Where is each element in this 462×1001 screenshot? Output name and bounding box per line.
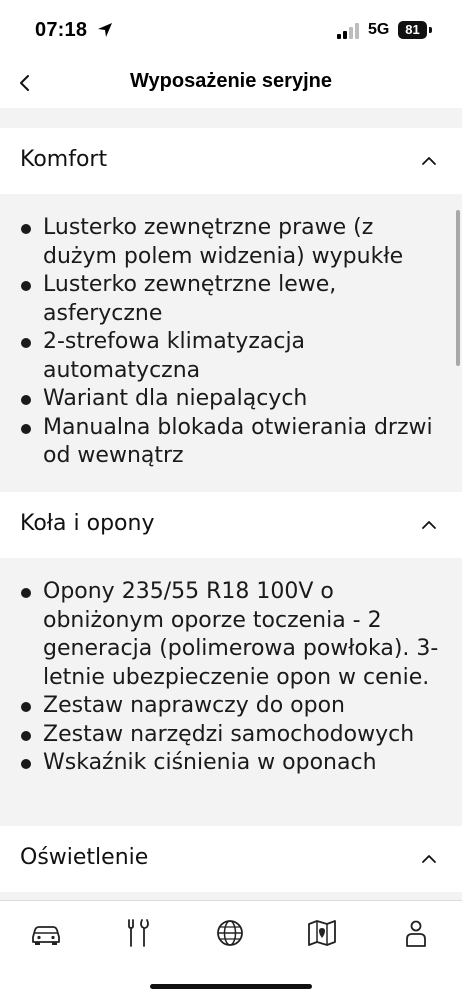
feature-list: Lusterko zewnętrzne prawe (z dużym polem… bbox=[0, 194, 462, 471]
list-item: Zestaw narzędzi samochodowych bbox=[0, 721, 462, 750]
feature-list: Opony 235/55 R18 100V o obniżonym oporze… bbox=[0, 558, 462, 778]
tools-icon[interactable] bbox=[120, 915, 156, 951]
section-divider bbox=[0, 108, 462, 128]
section-title: Koła i opony bbox=[20, 511, 155, 536]
list-item: Opony 235/55 R18 100V o obniżonym oporze… bbox=[0, 578, 462, 692]
scrollbar[interactable] bbox=[456, 210, 460, 366]
car-icon[interactable] bbox=[28, 915, 64, 951]
chevron-up-icon[interactable] bbox=[420, 152, 438, 170]
section-content-komfort: Lusterko zewnętrzne prawe (z dużym polem… bbox=[0, 194, 462, 492]
list-item: Lusterko zewnętrzne lewe, asferyczne bbox=[0, 271, 462, 328]
nav-header: Wyposażenie seryjne bbox=[0, 58, 462, 108]
list-item: Lusterko zewnętrzne prawe (z dużym polem… bbox=[0, 214, 462, 271]
list-item: Wariant dla niepalących bbox=[0, 385, 462, 414]
list-item: Wskaźnik ciśnienia w oponach bbox=[0, 749, 462, 778]
globe-icon[interactable] bbox=[212, 915, 248, 951]
person-icon[interactable] bbox=[398, 915, 434, 951]
list-item: Zestaw naprawczy do opon bbox=[0, 692, 462, 721]
chevron-up-icon[interactable] bbox=[420, 516, 438, 534]
section-title: Komfort bbox=[20, 147, 108, 172]
section-header-oswietlenie[interactable]: Oświetlenie bbox=[0, 826, 462, 892]
location-arrow-icon bbox=[98, 23, 112, 37]
list-item: Manualna blokada otwierania drzwi od wew… bbox=[0, 414, 462, 471]
map-icon[interactable] bbox=[304, 915, 340, 951]
list-item: 2-strefowa klimatyzacja automatyczna bbox=[0, 328, 462, 385]
section-content-kola-i-opony: Opony 235/55 R18 100V o obniżonym oporze… bbox=[0, 558, 462, 826]
section-header-komfort[interactable]: Komfort bbox=[0, 128, 462, 194]
status-bar: 07:18 5G 81 bbox=[0, 0, 462, 58]
page-title: Wyposażenie seryjne bbox=[130, 70, 332, 92]
status-time: 07:18 bbox=[35, 19, 88, 41]
chevron-up-icon[interactable] bbox=[420, 850, 438, 868]
network-type: 5G bbox=[368, 21, 390, 38]
section-header-kola-i-opony[interactable]: Koła i opony bbox=[0, 492, 462, 558]
section-content-oswietlenie bbox=[0, 892, 462, 900]
battery-tip bbox=[429, 27, 432, 33]
home-indicator[interactable] bbox=[150, 984, 312, 989]
cellular-signal-icon bbox=[337, 23, 359, 39]
section-title: Oświetlenie bbox=[20, 845, 149, 870]
battery-indicator: 81 bbox=[398, 21, 427, 39]
